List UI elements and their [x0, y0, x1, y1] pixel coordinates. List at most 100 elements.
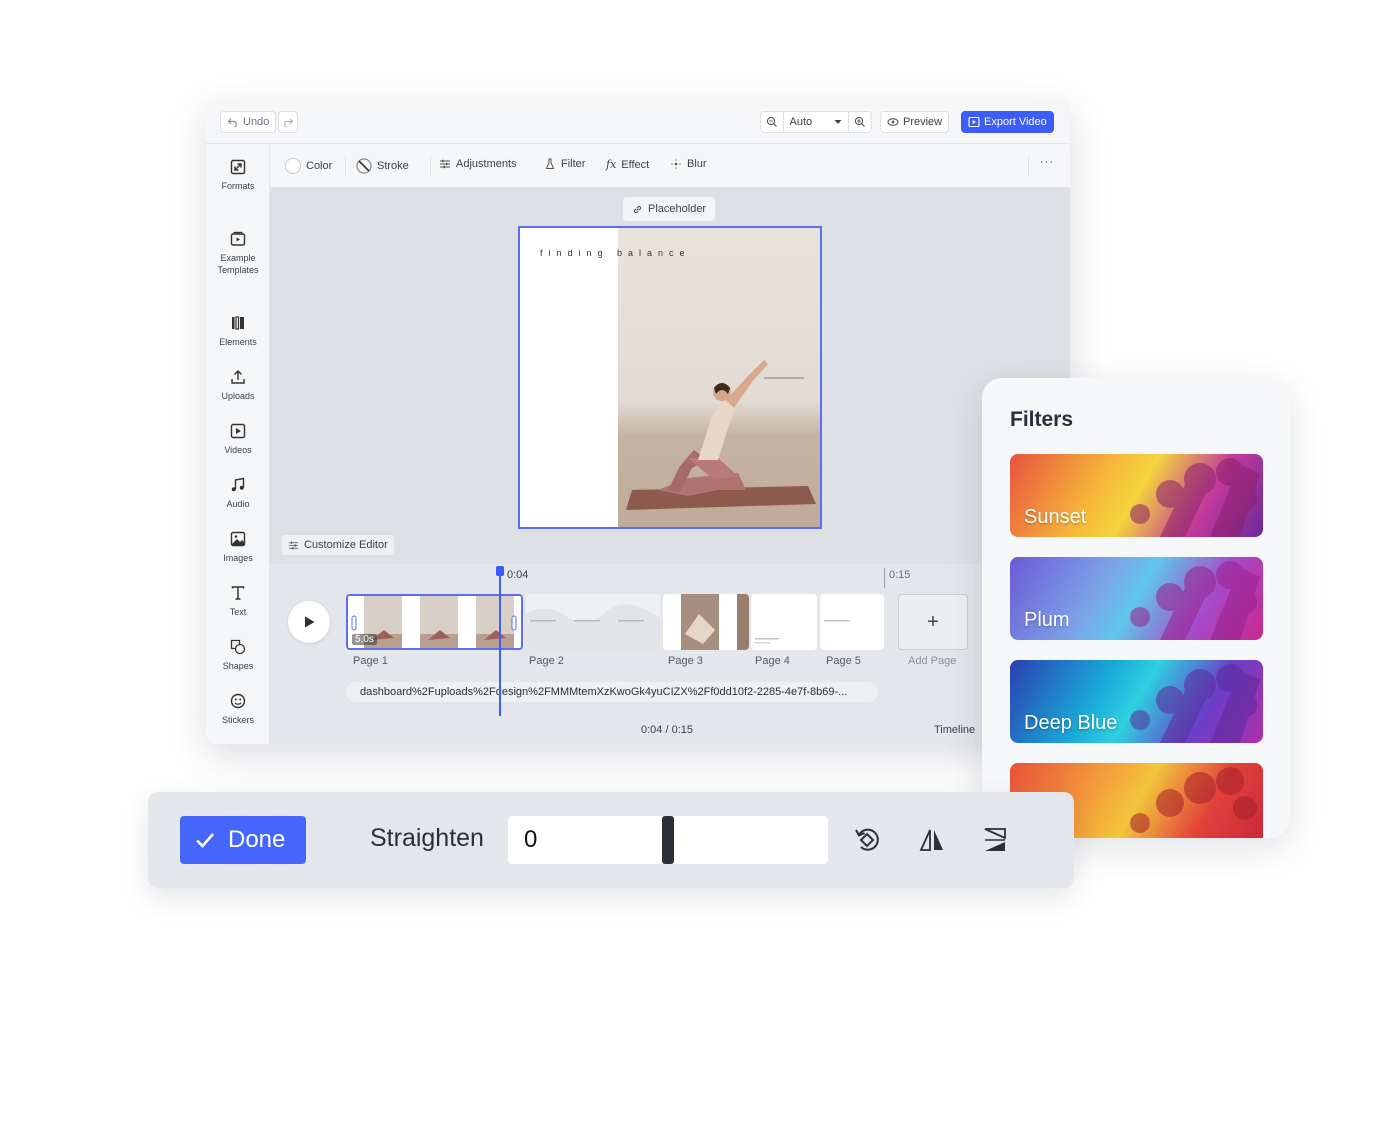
tool-label: Effect: [621, 158, 650, 171]
sidebar-item-example-templates[interactable]: Example Templates: [206, 230, 270, 276]
play-icon: [305, 616, 315, 628]
preview-button[interactable]: Preview: [880, 111, 950, 133]
export-label: Export Video: [984, 116, 1047, 128]
sidebar-label: Images: [223, 553, 253, 563]
timeline-clip-page-4[interactable]: [751, 594, 817, 650]
customize-editor-button[interactable]: Customize Editor: [282, 535, 394, 555]
page-label-5: Page 5: [826, 655, 861, 667]
color-tool[interactable]: Color: [285, 158, 332, 174]
caret-down-icon: [834, 120, 842, 124]
sidebar-item-audio[interactable]: Audio: [206, 476, 270, 510]
resize-icon: [230, 159, 246, 175]
straighten-toolbar: Done Straighten 0: [148, 792, 1074, 888]
playhead-handle[interactable]: [496, 566, 504, 576]
sidebar-item-shapes[interactable]: Shapes: [206, 638, 270, 672]
design-page[interactable]: finding balance: [518, 226, 822, 529]
blur-tool[interactable]: Blur: [670, 158, 707, 170]
playhead-line[interactable]: [499, 568, 501, 716]
undo-label: Undo: [243, 116, 270, 128]
adjustments-tool[interactable]: Adjustments: [439, 158, 517, 170]
add-page-label: Add Page: [908, 655, 957, 667]
end-marker: [884, 568, 885, 588]
play-button[interactable]: [288, 601, 330, 643]
color-swatch: [285, 158, 301, 174]
page-label-4: Page 4: [755, 655, 790, 667]
sidebar-item-text[interactable]: Text: [206, 584, 270, 618]
placeholder-chip[interactable]: Placeholder: [623, 197, 716, 221]
done-button[interactable]: Done: [180, 816, 306, 864]
sidebar-item-elements[interactable]: Elements: [206, 314, 270, 348]
export-video-button[interactable]: Export Video: [961, 111, 1054, 133]
timeline-clip-page-2[interactable]: [526, 594, 660, 650]
sidebar-item-videos[interactable]: Videos: [206, 422, 270, 456]
toolbar-divider: [345, 156, 346, 176]
more-options-button[interactable]: ···: [1040, 156, 1054, 168]
tool-label: Filter: [561, 158, 586, 170]
placeholder-label: Placeholder: [648, 203, 707, 215]
filter-card-plum[interactable]: Plum: [1010, 557, 1263, 640]
tool-label: Color: [306, 160, 333, 172]
flip-vertical-button[interactable]: [977, 822, 1013, 858]
filter-card-sunset[interactable]: Sunset: [1010, 454, 1263, 537]
audio-track[interactable]: dashboard%2Fuploads%2Fdesign%2FMMMtemXzK…: [346, 682, 878, 702]
straighten-slider[interactable]: 0: [508, 816, 828, 864]
clip-thumbnails: [663, 594, 749, 650]
customize-label: Customize Editor: [304, 539, 388, 551]
top-bar: Undo Auto Preview Export Video: [206, 100, 1070, 144]
timeline-clip-page-3[interactable]: [663, 594, 749, 650]
redo-icon: [284, 118, 294, 128]
tool-label: Blur: [687, 158, 707, 170]
sidebar-label: Elements: [219, 337, 257, 347]
flip-vertical-icon: [984, 828, 1006, 851]
undo-icon: [227, 118, 237, 128]
sidebar-item-stickers[interactable]: Stickers: [206, 692, 270, 726]
effect-tool[interactable]: fx Effect: [606, 158, 649, 171]
stroke-tool[interactable]: Stroke: [356, 158, 409, 174]
template-icon: [230, 231, 246, 246]
filter-name: Plum: [1024, 609, 1070, 631]
rotate-icon: [855, 828, 879, 851]
timeline-clip-page-5[interactable]: [820, 594, 884, 650]
plus-icon: +: [927, 610, 939, 633]
editor-window: Undo Auto Preview Export Video Formats E…: [206, 100, 1070, 744]
sidebar-item-uploads[interactable]: Uploads: [206, 368, 270, 402]
stage: Undo Auto Preview Export Video Formats E…: [0, 0, 1376, 1144]
yoga-photo[interactable]: [618, 228, 820, 527]
filter-card-deep-blue[interactable]: Deep Blue: [1010, 660, 1263, 743]
zoom-in-button[interactable]: [849, 112, 871, 132]
filter-name: Sunset: [1024, 506, 1087, 528]
add-page-button[interactable]: +: [898, 594, 968, 650]
undo-button[interactable]: Undo: [220, 111, 277, 133]
elements-icon: [232, 316, 244, 330]
rotate-button[interactable]: [849, 822, 885, 858]
sliders-icon: [440, 159, 450, 169]
text-icon: [231, 586, 245, 600]
video-icon: [230, 423, 246, 439]
timeline-clip-page-1[interactable]: 5.0s: [346, 594, 523, 650]
check-icon: [196, 833, 214, 848]
page-title-text[interactable]: finding balance: [540, 248, 691, 258]
filter-name: Deep Blue: [1024, 712, 1118, 734]
page-label-3: Page 3: [668, 655, 703, 667]
sidebar-label: Videos: [224, 445, 252, 455]
zoom-out-button[interactable]: [761, 112, 783, 132]
left-sidebar: Formats Example Templates Elements Uploa…: [206, 144, 270, 744]
sidebar-item-formats[interactable]: Formats: [206, 158, 270, 192]
timeline-label: Timeline: [934, 724, 976, 736]
redo-button[interactable]: [278, 111, 298, 133]
sidebar-item-images[interactable]: Images: [206, 530, 270, 564]
sidebar-label: Text: [229, 607, 247, 617]
sidebar-label: Stickers: [221, 715, 254, 725]
timeline-panel: 0:04 0:15 5.0s Page 1 Page 2 Page 3 Page…: [270, 564, 1070, 744]
flip-horizontal-button[interactable]: [914, 822, 950, 858]
zoom-select[interactable]: Auto: [784, 112, 849, 132]
preview-label: Preview: [903, 116, 943, 128]
clip-thumbnails: [751, 594, 817, 650]
sliders-icon: [288, 541, 299, 549]
filter-tool[interactable]: Filter: [544, 158, 585, 170]
yoga-pose-illustration: [618, 360, 820, 527]
straighten-slider-thumb[interactable]: [662, 816, 674, 864]
more-icon: ···: [1040, 156, 1054, 168]
straighten-value[interactable]: 0: [524, 826, 537, 854]
clip-thumbnails: [526, 594, 660, 650]
